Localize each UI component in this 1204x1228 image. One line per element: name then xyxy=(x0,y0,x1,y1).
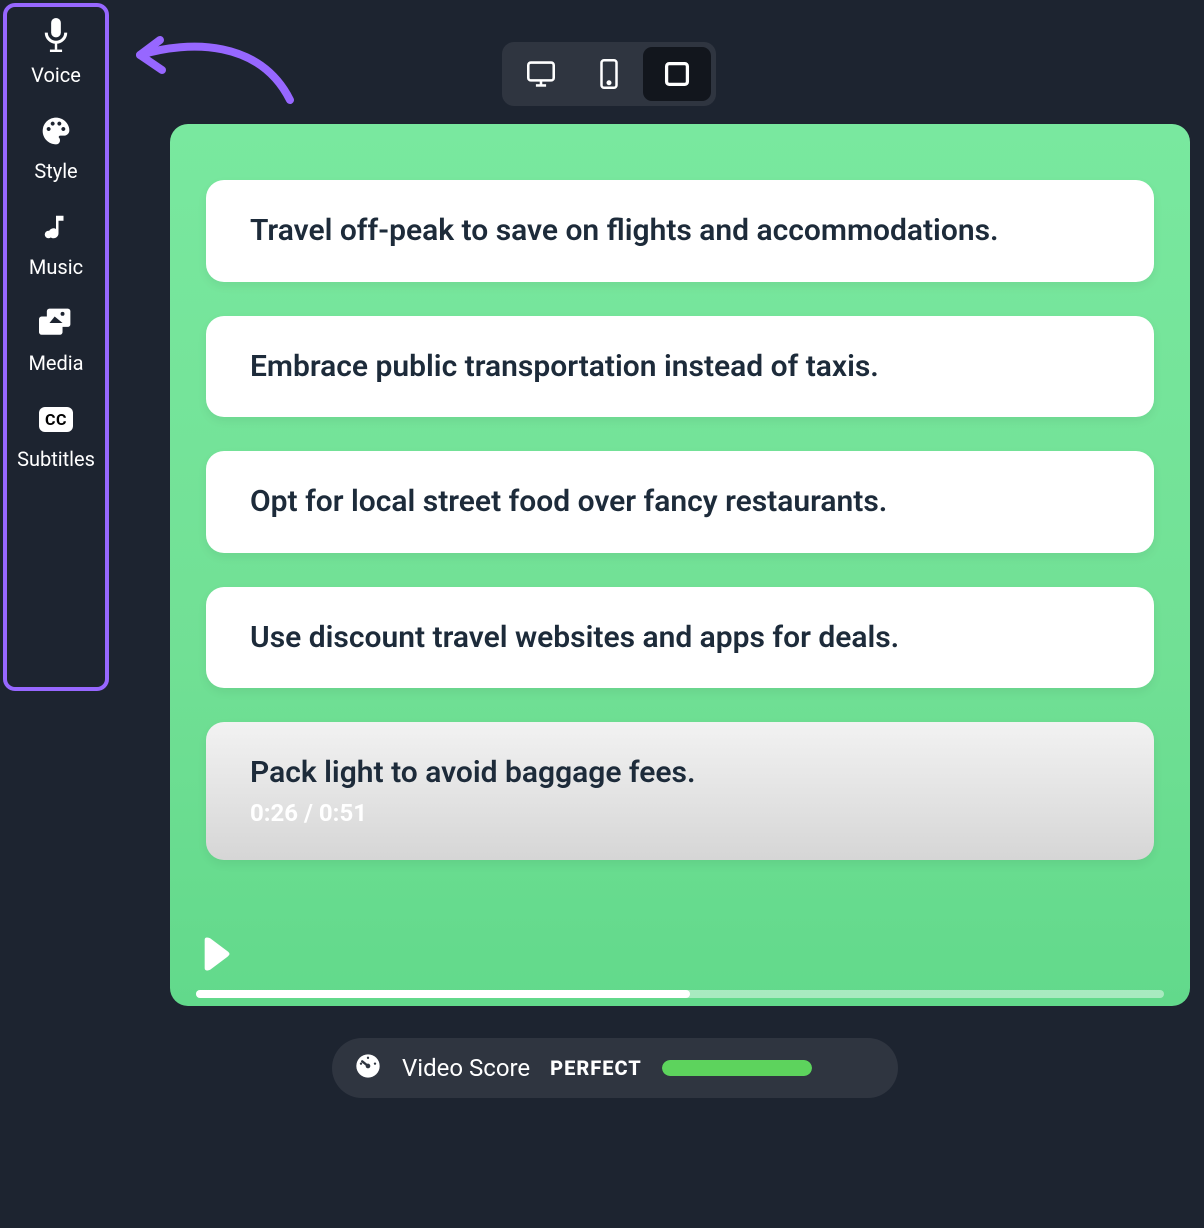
video-preview: Travel off-peak to save on flights and a… xyxy=(170,124,1190,1006)
cc-icon: CC xyxy=(38,401,74,437)
sidebar-item-style[interactable]: Style xyxy=(7,113,105,183)
microphone-icon xyxy=(38,17,74,53)
video-score-bar: Video Score PERFECT xyxy=(332,1038,898,1098)
score-label: Video Score xyxy=(402,1054,530,1082)
play-button[interactable] xyxy=(196,934,236,974)
score-meter xyxy=(662,1060,812,1076)
tip-card[interactable]: Opt for local street food over fancy res… xyxy=(206,451,1154,553)
tip-text: Opt for local street food over fancy res… xyxy=(250,484,887,519)
device-mobile-button[interactable] xyxy=(575,47,643,101)
sidebar: Voice Style Music Media CC Subtitles xyxy=(3,3,109,691)
playback-time: 0:26 / 0:51 xyxy=(250,798,1110,828)
gauge-icon xyxy=(354,1052,382,1084)
score-status: PERFECT xyxy=(550,1056,642,1080)
tip-text: Use discount travel websites and apps fo… xyxy=(250,620,899,655)
palette-icon xyxy=(38,113,74,149)
annotation-arrow xyxy=(110,20,300,120)
media-gallery-icon xyxy=(38,305,74,341)
tip-card[interactable]: Use discount travel websites and apps fo… xyxy=(206,587,1154,689)
sidebar-item-label: Style xyxy=(34,159,77,183)
score-meter-fill xyxy=(662,1060,812,1076)
device-square-button[interactable] xyxy=(643,47,711,101)
sidebar-item-label: Music xyxy=(29,255,83,279)
tip-text: Pack light to avoid baggage fees. xyxy=(250,755,695,790)
progress-bar[interactable] xyxy=(196,990,1164,998)
device-switcher xyxy=(502,42,716,106)
sidebar-item-music[interactable]: Music xyxy=(7,209,105,279)
tip-card[interactable]: Embrace public transportation instead of… xyxy=(206,316,1154,418)
tip-text: Travel off-peak to save on flights and a… xyxy=(250,213,999,248)
sidebar-item-label: Media xyxy=(28,351,83,375)
sidebar-item-subtitles[interactable]: CC Subtitles xyxy=(7,401,105,471)
tip-card-current[interactable]: Pack light to avoid baggage fees. 0:26 /… xyxy=(206,722,1154,860)
music-note-icon xyxy=(38,209,74,245)
progress-fill xyxy=(196,990,690,998)
sidebar-item-label: Voice xyxy=(31,63,81,87)
tip-text: Embrace public transportation instead of… xyxy=(250,349,879,384)
sidebar-item-label: Subtitles xyxy=(17,447,95,471)
sidebar-item-voice[interactable]: Voice xyxy=(7,17,105,87)
tip-card[interactable]: Travel off-peak to save on flights and a… xyxy=(206,180,1154,282)
device-desktop-button[interactable] xyxy=(507,47,575,101)
sidebar-item-media[interactable]: Media xyxy=(7,305,105,375)
